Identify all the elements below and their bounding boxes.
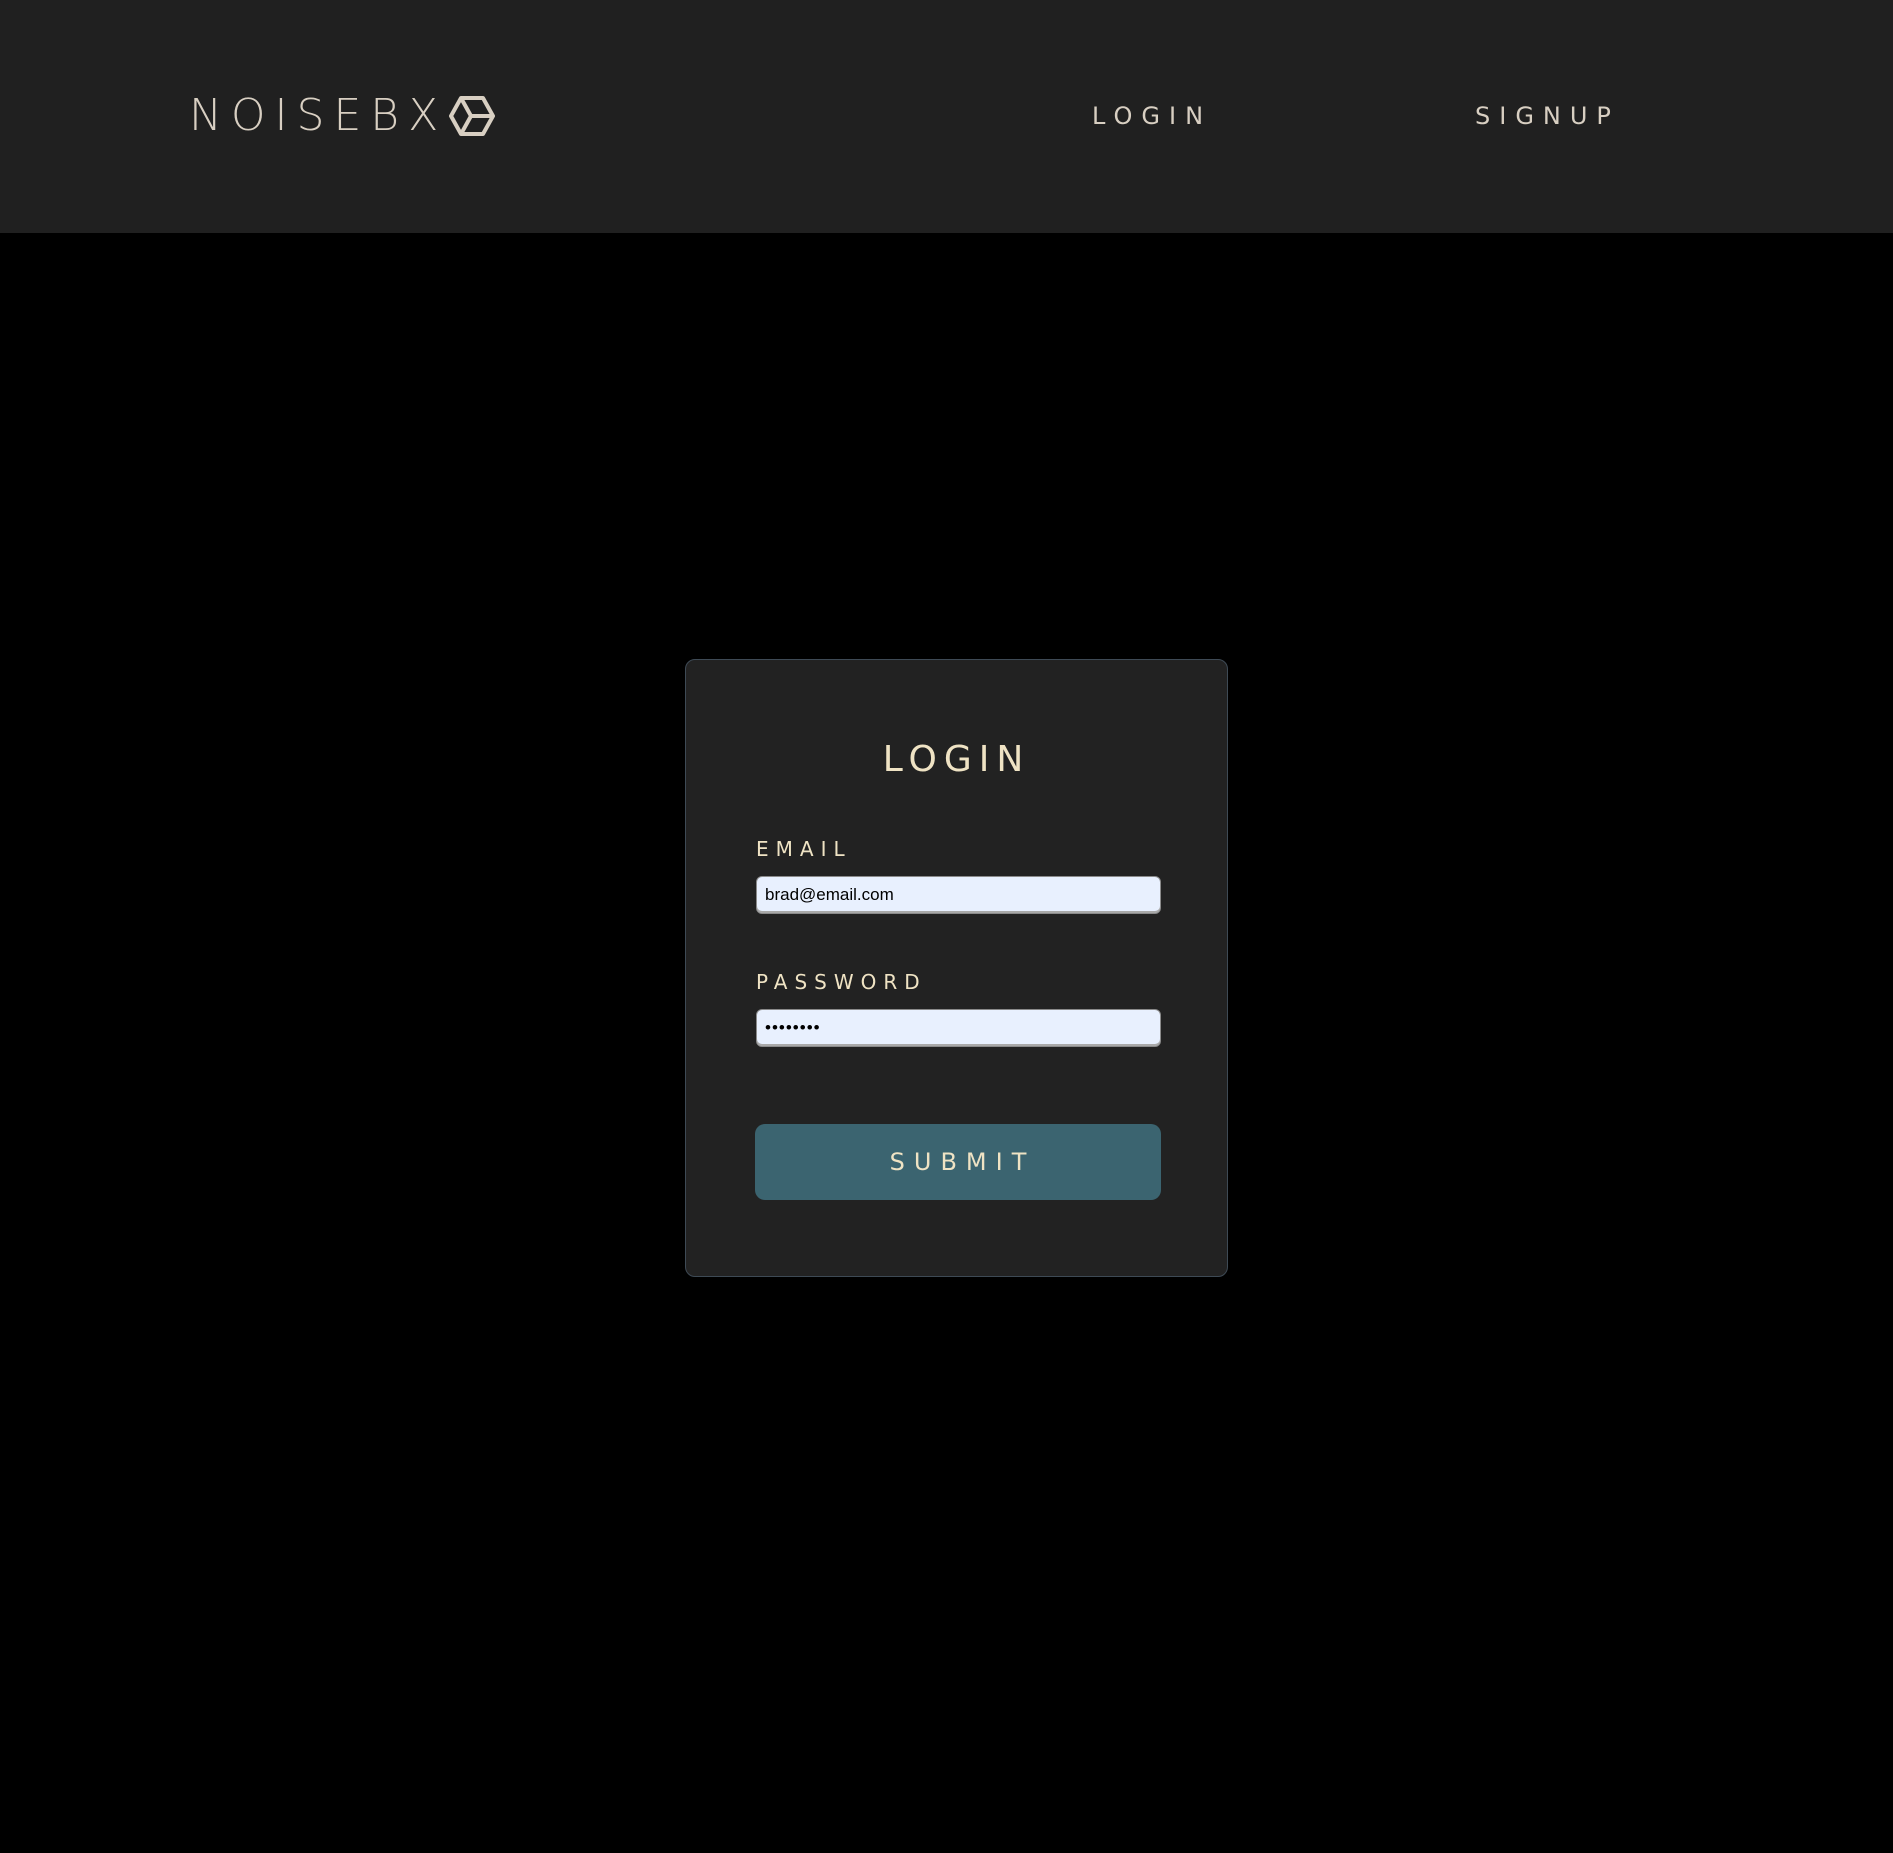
hexagon-cube-icon	[449, 93, 496, 139]
email-field[interactable]	[756, 876, 1161, 914]
top-navbar: NOISEBX LOGIN SIGNUP	[0, 0, 1893, 233]
password-field[interactable]	[756, 1009, 1161, 1047]
brand-logo[interactable]: NOISEBX	[189, 88, 496, 144]
submit-button[interactable]: SUBMIT	[755, 1124, 1161, 1200]
login-title: LOGIN	[882, 739, 1031, 780]
password-label: PASSWORD	[756, 970, 927, 994]
email-label: EMAIL	[756, 837, 852, 861]
brand-name: NOISEBX	[189, 90, 448, 141]
nav-signup-link[interactable]: SIGNUP	[1475, 100, 1620, 132]
nav-login-link[interactable]: LOGIN	[1092, 100, 1212, 132]
login-card: LOGIN EMAIL PASSWORD SUBMIT	[685, 659, 1228, 1277]
